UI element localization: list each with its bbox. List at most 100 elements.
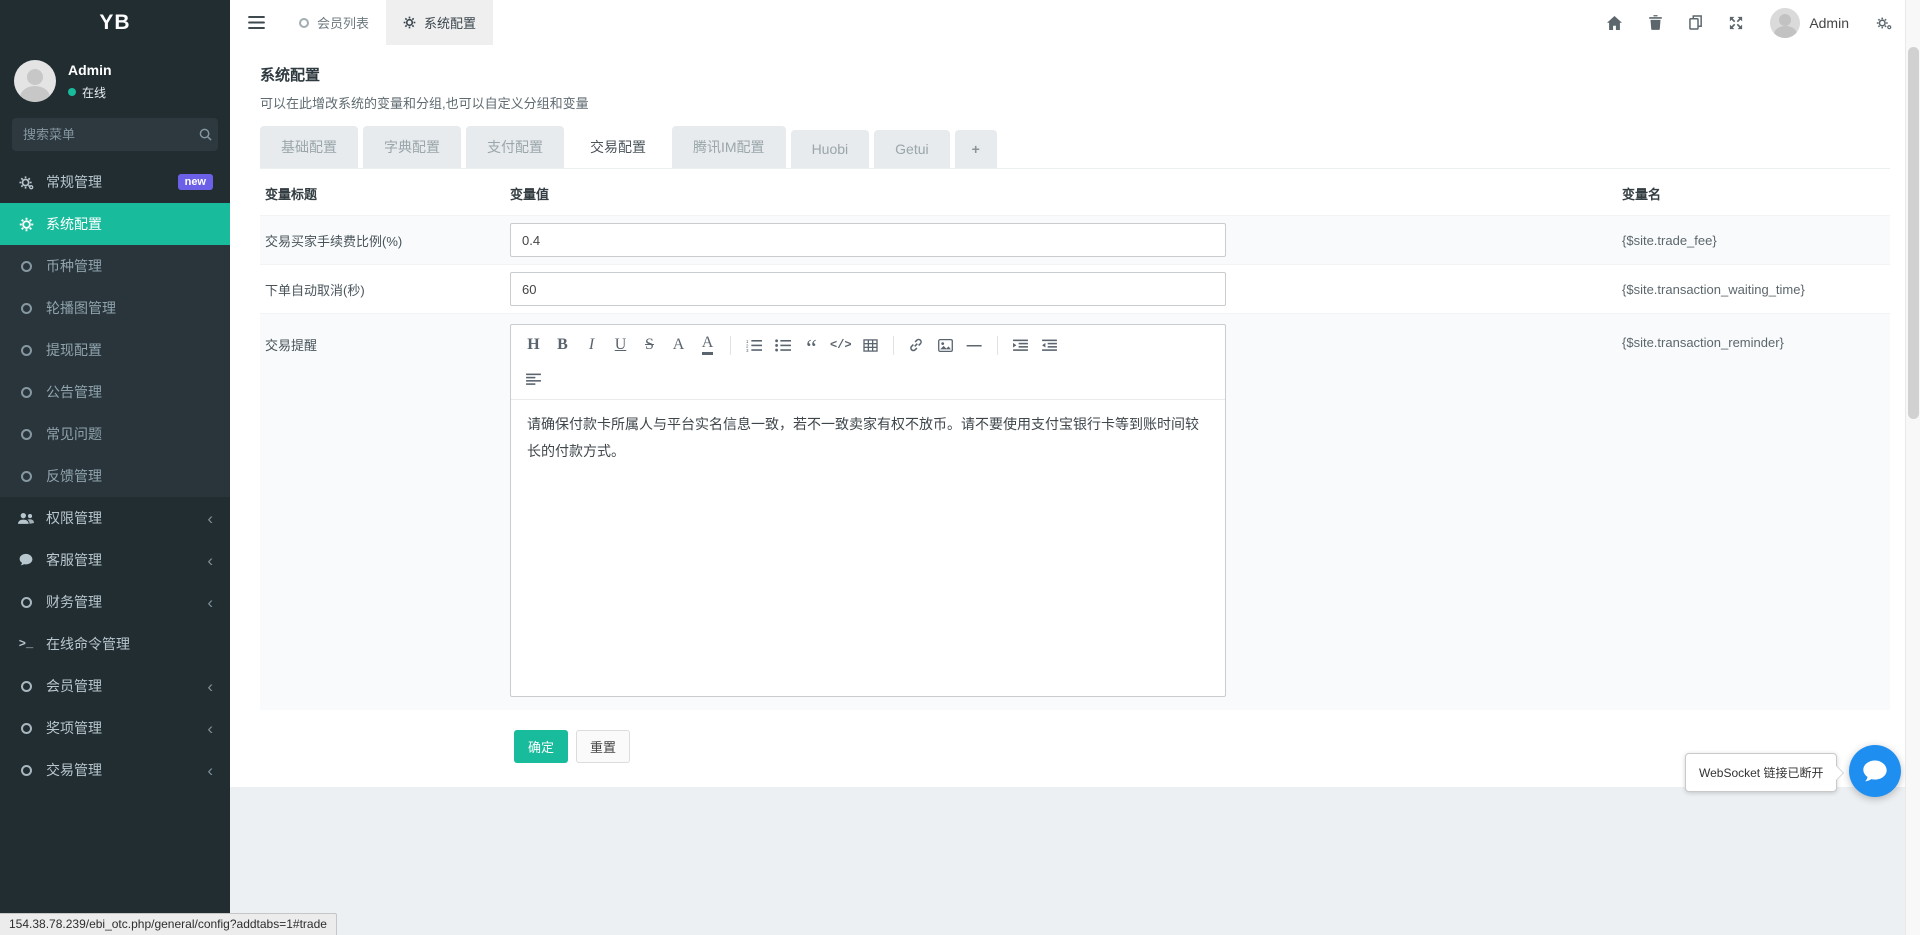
main-area: 会员列表 系统配置 Admin <box>230 0 1920 935</box>
sidebar-item-label: 权限管理 <box>46 508 102 528</box>
indent-increase-icon[interactable] <box>1006 328 1035 362</box>
reset-button[interactable]: 重置 <box>576 730 630 763</box>
circle-icon <box>17 597 35 608</box>
config-tab-dictionary[interactable]: 字典配置 <box>363 126 461 168</box>
table-icon[interactable] <box>856 328 885 362</box>
bold-button[interactable]: B <box>548 328 577 362</box>
sidebar-item-label: 客服管理 <box>46 550 102 570</box>
config-tab-pay[interactable]: 支付配置 <box>466 126 564 168</box>
chevron-left-icon: ‹ <box>207 510 213 527</box>
sidebar-item-feedback[interactable]: 反馈管理 <box>0 455 230 497</box>
sidebar-item-label: 系统配置 <box>46 214 102 234</box>
sidebar-item-trade[interactable]: 交易管理 ‹ <box>0 749 230 791</box>
settings-gears-icon[interactable] <box>1876 16 1892 30</box>
circle-icon <box>17 723 35 734</box>
avatar <box>1770 8 1800 38</box>
search-icon[interactable] <box>199 128 212 141</box>
scrollbar-thumb[interactable] <box>1908 47 1919 419</box>
avatar <box>14 60 56 102</box>
chevron-left-icon: ‹ <box>207 552 213 569</box>
sidebar-item-notice[interactable]: 公告管理 <box>0 371 230 413</box>
gear-icon <box>403 16 416 29</box>
circle-icon <box>17 345 35 356</box>
col-header-value: 变量值 <box>510 184 1610 203</box>
sidebar-item-label: 财务管理 <box>46 592 102 612</box>
font-color-button[interactable]: A <box>702 335 714 355</box>
sidebar-item-member[interactable]: 会员管理 ‹ <box>0 665 230 707</box>
align-left-icon[interactable] <box>519 362 548 396</box>
scrollbar-track[interactable] <box>1905 0 1920 935</box>
sidebar-menu: 常规管理 new 系统配置 币种管理 轮播图管理 提现配置 公告管理 常见问 <box>0 161 230 791</box>
trash-icon[interactable] <box>1649 15 1662 30</box>
editor-content[interactable]: 请确保付款卡所属人与平台实名信息一致，若不一致卖家有权不放币。请不要使用支付宝银… <box>511 400 1225 696</box>
search-input[interactable] <box>23 127 199 142</box>
config-tab-getui[interactable]: Getui <box>874 130 949 168</box>
gear-icon <box>17 217 35 232</box>
indent-decrease-icon[interactable] <box>1035 328 1064 362</box>
unordered-list-icon[interactable] <box>768 328 797 362</box>
user-status-label: 在线 <box>82 84 106 101</box>
sidebar-item-auth[interactable]: 权限管理 ‹ <box>0 497 230 539</box>
sidebar-search <box>12 118 218 151</box>
tab-member-list[interactable]: 会员列表 <box>282 0 386 45</box>
sidebar-item-label: 常规管理 <box>46 172 102 192</box>
circle-icon <box>17 429 35 440</box>
config-tab-trade[interactable]: 交易配置 <box>569 126 667 168</box>
sidebar-item-general[interactable]: 常规管理 new <box>0 161 230 203</box>
circle-icon <box>17 471 35 482</box>
chevron-left-icon: ‹ <box>207 762 213 779</box>
config-tab-huobi[interactable]: Huobi <box>791 130 870 168</box>
sidebar-item-label: 奖项管理 <box>46 718 102 738</box>
tab-system-config[interactable]: 系统配置 <box>386 0 493 45</box>
horizontal-rule-button[interactable]: — <box>960 328 989 362</box>
topbar-right: Admin <box>1607 8 1920 38</box>
font-button[interactable]: A <box>664 328 693 362</box>
tab-label: 系统配置 <box>424 13 476 32</box>
hamburger-menu-icon[interactable] <box>230 0 282 45</box>
config-tab-tencent-im[interactable]: 腾讯IM配置 <box>672 126 786 168</box>
clear-cache-icon[interactable] <box>1689 15 1702 30</box>
sidebar-item-coin[interactable]: 币种管理 <box>0 245 230 287</box>
blockquote-button[interactable]: “ <box>797 328 826 362</box>
sidebar-item-system-config[interactable]: 系统配置 <box>0 203 230 245</box>
sidebar-item-banner[interactable]: 轮播图管理 <box>0 287 230 329</box>
rich-text-editor: H B I U S A A 123 <box>510 324 1226 697</box>
sidebar-item-command[interactable]: >_ 在线命令管理 <box>0 623 230 665</box>
circle-icon <box>17 387 35 398</box>
sidebar-item-service[interactable]: 客服管理 ‹ <box>0 539 230 581</box>
home-icon[interactable] <box>1607 16 1622 30</box>
code-button[interactable]: </> <box>826 328 856 362</box>
sidebar-item-finance[interactable]: 财务管理 ‹ <box>0 581 230 623</box>
strikethrough-button[interactable]: S <box>635 328 664 362</box>
trade-fee-input[interactable] <box>510 223 1226 257</box>
auto-cancel-input[interactable] <box>510 272 1226 306</box>
add-tab-button[interactable]: + <box>955 130 997 168</box>
user-status: 在线 <box>68 84 112 101</box>
config-table: 变量标题 变量值 变量名 交易买家手续费比例(%) {$site.trade_f… <box>260 169 1890 710</box>
image-icon[interactable] <box>931 328 960 362</box>
heading-button[interactable]: H <box>519 328 548 362</box>
link-icon[interactable] <box>902 328 931 362</box>
sidebar-item-prize[interactable]: 奖项管理 ‹ <box>0 707 230 749</box>
italic-button[interactable]: I <box>577 328 606 362</box>
topbar-username: Admin <box>1809 15 1849 31</box>
form-actions: 确定 重置 <box>514 730 1890 787</box>
sidebar-item-faq[interactable]: 常见问题 <box>0 413 230 455</box>
table-header-row: 变量标题 变量值 变量名 <box>260 169 1890 215</box>
ordered-list-icon[interactable]: 123 <box>739 328 768 362</box>
app-logo[interactable]: YB <box>0 0 230 45</box>
underline-button[interactable]: U <box>606 328 635 362</box>
content-panel: 系统配置 可以在此增改系统的变量和分组,也可以自定义分组和变量 基础配置 字典配… <box>230 45 1920 787</box>
fullscreen-icon[interactable] <box>1729 16 1743 30</box>
toolbar-separator <box>893 336 894 355</box>
sidebar-item-withdraw[interactable]: 提现配置 <box>0 329 230 371</box>
tab-label: 会员列表 <box>317 13 369 32</box>
circle-icon <box>17 261 35 272</box>
chat-widget-button[interactable] <box>1849 745 1901 797</box>
submit-button[interactable]: 确定 <box>514 730 568 763</box>
table-row: 下单自动取消(秒) {$site.transaction_waiting_tim… <box>260 264 1890 313</box>
users-icon <box>17 512 35 525</box>
user-menu[interactable]: Admin <box>1770 8 1849 38</box>
sidebar: YB Admin 在线 常规管理 new 系统配置 <box>0 0 230 935</box>
config-tab-basic[interactable]: 基础配置 <box>260 126 358 168</box>
